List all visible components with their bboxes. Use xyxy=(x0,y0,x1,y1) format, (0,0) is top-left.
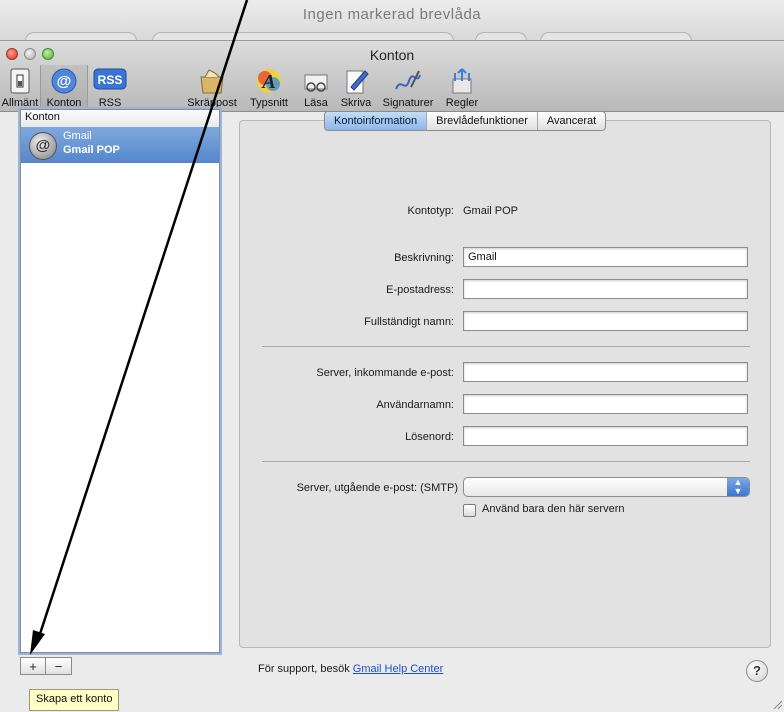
accounts-list[interactable]: Konton @ Gmail Gmail POP xyxy=(20,109,220,653)
toolbar-item-label: Skräppost xyxy=(187,97,237,109)
svg-text:@: @ xyxy=(57,73,72,90)
background-window: Ingen markerad brevlåda xyxy=(0,0,784,47)
account-type-value: Gmail POP xyxy=(463,205,519,217)
toolbar-item-accounts[interactable]: @ Konton xyxy=(40,65,88,111)
password-input[interactable] xyxy=(463,426,748,446)
account-tabs: Kontoinformation Brevlådefunktioner Avan… xyxy=(324,111,607,131)
tab-mailbox-behaviors[interactable]: Brevlådefunktioner xyxy=(427,112,538,130)
account-details-panel xyxy=(239,120,771,648)
add-account-button[interactable]: + xyxy=(20,657,46,675)
full-name-label: Fullständigt namn: xyxy=(364,316,454,328)
account-row-gmail[interactable]: @ Gmail Gmail POP xyxy=(21,127,219,163)
username-label: Användarnamn: xyxy=(376,399,454,411)
svg-text:A: A xyxy=(260,71,275,93)
incoming-server-label: Server, inkommande e-post: xyxy=(316,367,454,379)
preferences-toolbar: Allmänt @ Konton RSS RSS Skräppost A Typ… xyxy=(0,65,560,111)
toolbar-item-composing[interactable]: Skriva xyxy=(336,65,376,111)
toolbar-item-rss[interactable]: RSS RSS xyxy=(88,65,132,111)
password-label: Lösenord: xyxy=(405,431,454,443)
toolbar-item-label: Typsnitt xyxy=(250,97,288,109)
toolbar-item-label: RSS xyxy=(98,97,122,109)
accounts-list-header: Konton xyxy=(21,110,219,128)
help-button[interactable]: ? xyxy=(746,660,768,682)
toolbar-item-reading[interactable]: Läsa xyxy=(296,65,336,111)
add-account-tooltip: Skapa ett konto xyxy=(29,689,120,711)
toolbar-item-rules[interactable]: Regler xyxy=(442,65,482,111)
toolbar-item-fonts[interactable]: A Typsnitt xyxy=(244,65,294,111)
support-text: För support, besök Gmail Help Center xyxy=(258,663,443,675)
rss-icon: RSS xyxy=(93,67,127,95)
popup-arrows-icon: ▲ ▼ xyxy=(727,478,749,496)
smtp-server-label: Server, utgående e-post: (SMTP) xyxy=(296,482,458,494)
toolbar-item-label: Regler xyxy=(445,97,479,109)
pencil-icon xyxy=(341,67,371,95)
at-sign-icon: @ xyxy=(49,67,79,95)
username-input[interactable] xyxy=(463,394,748,414)
email-input[interactable] xyxy=(463,279,748,299)
section-divider xyxy=(262,461,750,462)
resize-grip-icon[interactable] xyxy=(772,699,782,709)
account-type: Gmail POP xyxy=(63,144,120,156)
toolbar-item-label: Skriva xyxy=(340,97,372,109)
toolbar-item-label: Allmänt xyxy=(1,97,39,109)
email-label: E-postadress: xyxy=(386,284,454,296)
section-divider xyxy=(262,346,750,347)
description-label: Beskrivning: xyxy=(394,252,454,264)
junk-mail-icon xyxy=(197,67,227,95)
smtp-server-select[interactable]: ▲ ▼ xyxy=(463,477,750,497)
window-titlebar: Konton Allmänt @ Konton RSS RSS Skräppos… xyxy=(0,41,784,112)
rules-icon xyxy=(447,67,477,95)
toolbar-item-label: Läsa xyxy=(304,97,328,109)
rss-badge-text: RSS xyxy=(98,73,123,87)
background-window-title: Ingen markerad brevlåda xyxy=(302,6,482,23)
description-input[interactable] xyxy=(463,247,748,267)
incoming-server-input[interactable] xyxy=(463,362,748,382)
tab-account-information[interactable]: Kontoinformation xyxy=(325,112,428,130)
switch-icon xyxy=(5,67,35,95)
account-name: Gmail xyxy=(63,130,92,142)
window-title: Konton xyxy=(369,47,415,63)
toolbar-item-label: Signaturer xyxy=(382,97,434,109)
tab-advanced[interactable]: Avancerat xyxy=(538,112,605,130)
support-prefix: För support, besök xyxy=(258,663,353,675)
remove-account-button[interactable]: − xyxy=(46,657,72,675)
toolbar-item-label: Konton xyxy=(46,97,82,109)
toolbar-item-general[interactable]: Allmänt xyxy=(0,65,40,111)
fonts-icon: A xyxy=(254,67,284,95)
toolbar-item-signatures[interactable]: Signaturer xyxy=(378,65,438,111)
account-type-label: Kontotyp: xyxy=(407,205,454,217)
glasses-icon xyxy=(301,67,331,95)
full-name-input[interactable] xyxy=(463,311,748,331)
signature-icon xyxy=(393,67,423,95)
use-only-this-server-checkbox[interactable] xyxy=(463,504,476,517)
gmail-help-center-link[interactable]: Gmail Help Center xyxy=(353,663,443,675)
use-only-this-server-label: Använd bara den här servern xyxy=(482,503,625,515)
toolbar-item-junk[interactable]: Skräppost xyxy=(180,65,244,111)
at-sign-icon: @ xyxy=(29,132,57,160)
account-buttons: + − xyxy=(20,657,74,675)
